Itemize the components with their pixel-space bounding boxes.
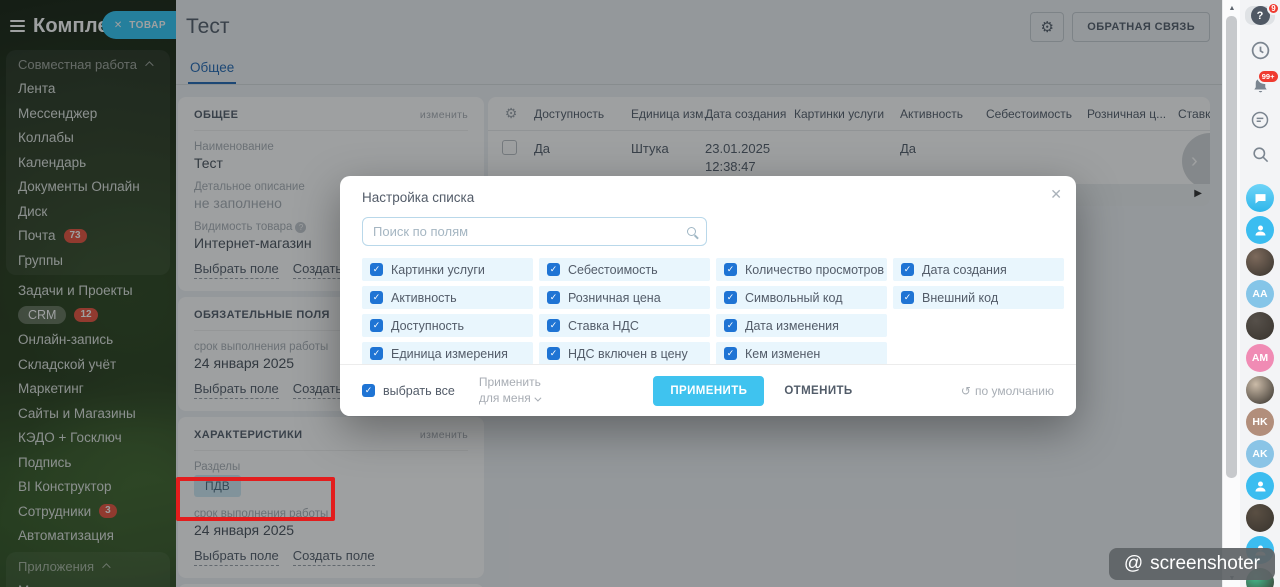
field-checkbox-item[interactable]: Внешний код — [893, 286, 1064, 309]
avatar[interactable]: HK — [1246, 408, 1274, 436]
checkbox-label: Символьный код — [745, 290, 843, 305]
apply-button[interactable]: ПРИМЕНИТЬ — [653, 375, 765, 406]
search-input[interactable] — [373, 224, 687, 239]
close-icon[interactable]: ✕ — [1050, 186, 1062, 203]
field-search[interactable] — [362, 217, 707, 246]
checkbox-checked-icon — [724, 347, 737, 360]
page-scrollbar[interactable]: ▲ ▼ — [1222, 0, 1240, 587]
checkbox-label: Доступность — [391, 318, 465, 333]
field-checkbox-item[interactable]: Кем изменен — [716, 342, 887, 365]
avatar-photo[interactable] — [1246, 504, 1274, 532]
checkbox-checked-icon — [362, 384, 375, 397]
checkbox-checked-icon — [370, 319, 383, 332]
right-rail: ? 9 99+ AA AM HK AK — [1240, 0, 1280, 587]
search-icon — [687, 227, 696, 236]
checkbox-checked-icon — [901, 263, 914, 276]
checkbox-label: Внешний код — [922, 290, 999, 305]
checkbox-label: Картинки услуги — [391, 262, 485, 277]
reset-default-link[interactable]: ↺ по умолчанию — [904, 384, 1054, 398]
list-settings-modal: Настройка списка ✕ Картинки услуги Себест… — [340, 176, 1076, 416]
checkbox-label: Ставка НДС — [568, 318, 639, 333]
chat-icon — [1251, 111, 1269, 129]
search-icon — [1252, 147, 1268, 163]
help-button[interactable]: ? 9 — [1245, 2, 1280, 25]
field-checkbox-item[interactable]: Дата создания — [893, 258, 1064, 281]
checkbox-label: Кем изменен — [745, 346, 821, 361]
checkbox-checked-icon — [724, 291, 737, 304]
cancel-button[interactable]: ОТМЕНИТЬ — [784, 385, 852, 397]
checkbox-label: Дата изменения — [745, 318, 839, 333]
at-icon: @ — [1123, 553, 1144, 574]
checkbox-checked-icon — [724, 263, 737, 276]
checkbox-checked-icon — [547, 263, 560, 276]
avatar-photo[interactable] — [1246, 248, 1274, 276]
chat-avatar-icon[interactable] — [1246, 184, 1274, 212]
checkbox-checked-icon — [724, 319, 737, 332]
checkbox-label: Количество просмотров — [745, 262, 885, 277]
clock-icon — [1251, 41, 1269, 60]
select-all-checkbox[interactable]: выбрать все — [362, 384, 455, 398]
field-checkbox-item[interactable]: Символьный код — [716, 286, 887, 309]
field-checkbox-item[interactable]: Количество просмотров — [716, 258, 887, 281]
checkbox-label: НДС включен в цену — [568, 346, 688, 361]
scrollbar-thumb[interactable] — [1226, 16, 1237, 478]
timer-button[interactable] — [1250, 40, 1271, 61]
checkbox-checked-icon — [547, 319, 560, 332]
field-checkbox-item[interactable]: Ставка НДС — [539, 314, 710, 337]
checkbox-label: Активность — [391, 290, 457, 305]
modal-footer: выбрать все Применить для меня ПРИМЕНИТЬ… — [340, 364, 1076, 416]
checkbox-checked-icon — [370, 263, 383, 276]
notifications-button[interactable]: 99+ — [1251, 69, 1280, 95]
help-badge: 9 — [1267, 2, 1280, 15]
avatar[interactable]: AA — [1246, 280, 1274, 308]
watermark: @ screenshoter — [1108, 548, 1275, 580]
field-checkbox-item[interactable]: Активность — [362, 286, 533, 309]
invite-user-icon[interactable] — [1246, 216, 1274, 244]
checkbox-label: Дата создания — [922, 262, 1007, 277]
app: Комплексн ✕ ТОВАР Совместная работа Лента… — [0, 0, 1280, 587]
scroll-up-icon[interactable]: ▲ — [1223, 5, 1241, 12]
avatar-list: AA AM HK AK — [1246, 184, 1274, 587]
avatar-photo[interactable] — [1246, 376, 1274, 404]
checkbox-label: Себестоимость — [568, 262, 658, 277]
checkbox-checked-icon — [370, 291, 383, 304]
field-checkbox-item[interactable]: Розничная цена — [539, 286, 710, 309]
field-checkbox-item[interactable]: Дата изменения — [716, 314, 887, 337]
avatar[interactable]: AK — [1246, 440, 1274, 468]
checkbox-label: Розничная цена — [568, 290, 661, 305]
apply-for-dropdown[interactable]: Применить для меня — [479, 375, 557, 406]
messages-button[interactable] — [1250, 110, 1270, 130]
checkbox-checked-icon — [547, 347, 560, 360]
field-checkbox-item[interactable]: Картинки услуги — [362, 258, 533, 281]
field-checkbox-item[interactable]: НДС включен в цену — [539, 342, 710, 365]
field-checkbox-item[interactable]: Единица измерения — [362, 342, 533, 365]
avatar[interactable]: AM — [1246, 344, 1274, 372]
chevron-down-icon — [534, 394, 542, 402]
modal-title: Настройка списка — [362, 190, 475, 205]
invite-user-icon[interactable] — [1246, 472, 1274, 500]
field-checkbox-item[interactable]: Себестоимость — [539, 258, 710, 281]
avatar-photo[interactable] — [1246, 312, 1274, 340]
fields-checkbox-grid: Картинки услуги Себестоимость Количество п… — [362, 258, 1064, 365]
checkbox-checked-icon — [901, 291, 914, 304]
checkbox-label: Единица измерения — [391, 346, 508, 361]
checkbox-checked-icon — [370, 347, 383, 360]
notifications-badge: 99+ — [1256, 69, 1280, 84]
checkbox-checked-icon — [547, 291, 560, 304]
field-checkbox-item[interactable]: Доступность — [362, 314, 533, 337]
search-button[interactable] — [1251, 145, 1270, 164]
undo-icon: ↺ — [960, 383, 971, 398]
